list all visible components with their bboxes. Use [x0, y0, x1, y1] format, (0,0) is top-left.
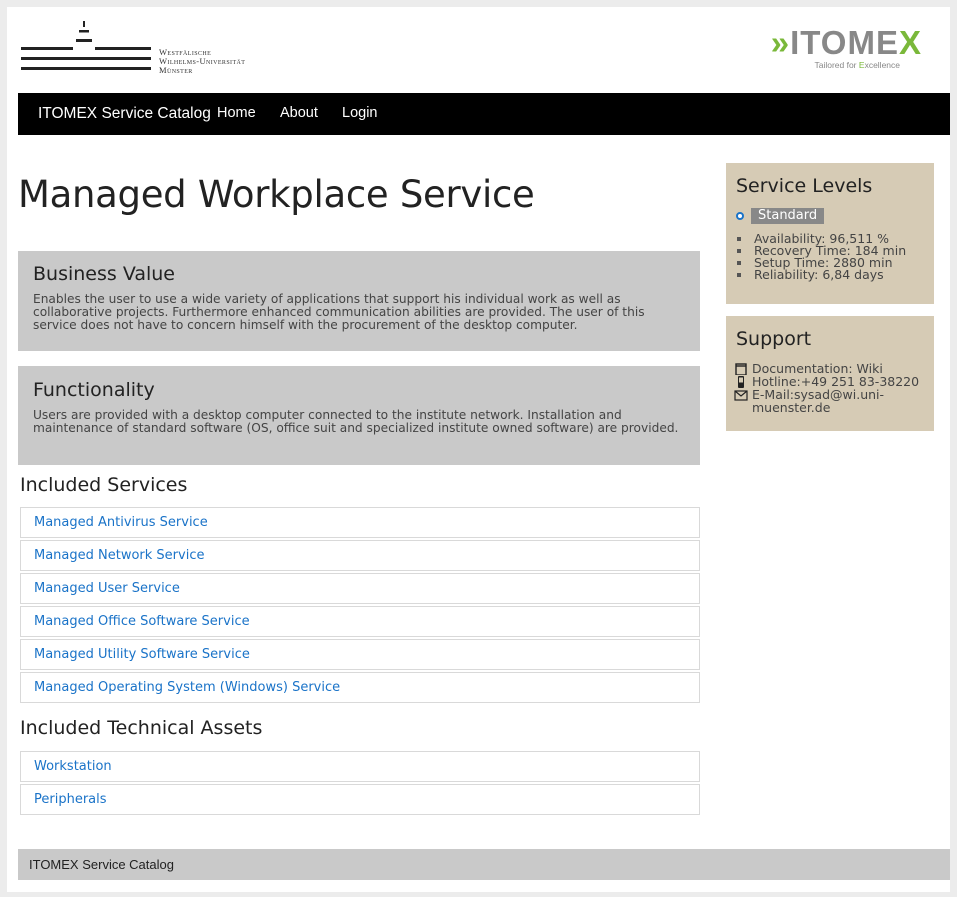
radio-selected-icon[interactable] — [736, 212, 744, 220]
support-email[interactable]: E-Mail:sysad@wi.uni-muenster.de — [734, 388, 930, 414]
service-link-operating-system[interactable]: Managed Operating System (Windows) Servi… — [20, 672, 700, 703]
support-contacts: Documentation: Wiki Hotline:+49 251 83-3… — [734, 362, 930, 414]
service-level-metrics: Availability: 96,511 % Recovery Time: 18… — [736, 232, 906, 281]
itomex-tagline-part1: Tailored for — [814, 60, 859, 70]
service-link-user[interactable]: Managed User Service — [20, 573, 700, 604]
functionality-panel: Functionality Users are provided with a … — [18, 366, 700, 465]
navbar: ITOMEX Service Catalog Home About Login — [18, 93, 950, 135]
university-emblem-icon — [21, 21, 151, 70]
nav-link-home[interactable]: Home — [217, 105, 256, 121]
document-icon — [735, 363, 747, 375]
nav-link-login[interactable]: Login — [342, 105, 377, 121]
itomex-wordmark: »ITOMEX — [771, 24, 922, 62]
service-level-label[interactable]: Standard — [751, 208, 825, 224]
service-levels-heading: Service Levels — [736, 175, 873, 197]
page: Westfälische Wilhelms-Universität Münste… — [7, 7, 950, 892]
itomex-logo[interactable]: »ITOMEX Tailored for Excellence — [752, 24, 922, 72]
asset-link-workstation[interactable]: Workstation — [20, 751, 700, 782]
included-assets-heading: Included Technical Assets — [20, 717, 263, 739]
business-value-text: Enables the user to use a wide variety o… — [33, 292, 645, 332]
nav-link-about[interactable]: About — [280, 105, 318, 121]
business-value-heading: Business Value — [33, 263, 175, 285]
functionality-text: Users are provided with a desktop comput… — [33, 408, 679, 435]
university-name-line3: Münster — [159, 65, 193, 75]
footer-text: ITOMEX Service Catalog — [29, 857, 174, 872]
asset-link-peripherals[interactable]: Peripherals — [20, 784, 700, 815]
service-link-office-software[interactable]: Managed Office Software Service — [20, 606, 700, 637]
metric-reliability: Reliability: 6,84 days — [736, 268, 906, 281]
page-title: Managed Workplace Service — [18, 173, 535, 216]
phone-icon — [738, 376, 744, 388]
service-link-utility-software[interactable]: Managed Utility Software Service — [20, 639, 700, 670]
itomex-word-accent: X — [898, 24, 922, 61]
itomex-word-main: ITOME — [790, 24, 899, 61]
functionality-heading: Functionality — [33, 379, 155, 401]
university-logo[interactable]: Westfälische Wilhelms-Universität Münste… — [21, 21, 281, 77]
itomex-tagline: Tailored for Excellence — [814, 60, 900, 70]
included-services-heading: Included Services — [20, 474, 188, 496]
itomex-prefix: » — [770, 24, 791, 61]
nav-brand[interactable]: ITOMEX Service Catalog — [38, 105, 211, 123]
support-heading: Support — [736, 328, 812, 350]
included-services-list: Managed Antivirus Service Managed Networ… — [20, 507, 700, 705]
support-email-text[interactable]: E-Mail:sysad@wi.uni-muenster.de — [752, 387, 884, 415]
service-levels-panel: Service Levels Standard Availability: 96… — [726, 163, 934, 304]
business-value-panel: Business Value Enables the user to use a… — [18, 251, 700, 351]
service-link-antivirus[interactable]: Managed Antivirus Service — [20, 507, 700, 538]
service-link-network[interactable]: Managed Network Service — [20, 540, 700, 571]
included-assets-list: Workstation Peripherals — [20, 751, 700, 817]
footer: ITOMEX Service Catalog — [18, 849, 950, 880]
header: Westfälische Wilhelms-Universität Münste… — [7, 7, 950, 93]
envelope-icon — [734, 390, 748, 401]
university-name: Westfälische Wilhelms-Universität Münste… — [159, 48, 245, 75]
support-panel: Support Documentation: Wiki Hotline:+49 … — [726, 316, 934, 431]
itomex-tagline-part2: xcellence — [864, 60, 900, 70]
